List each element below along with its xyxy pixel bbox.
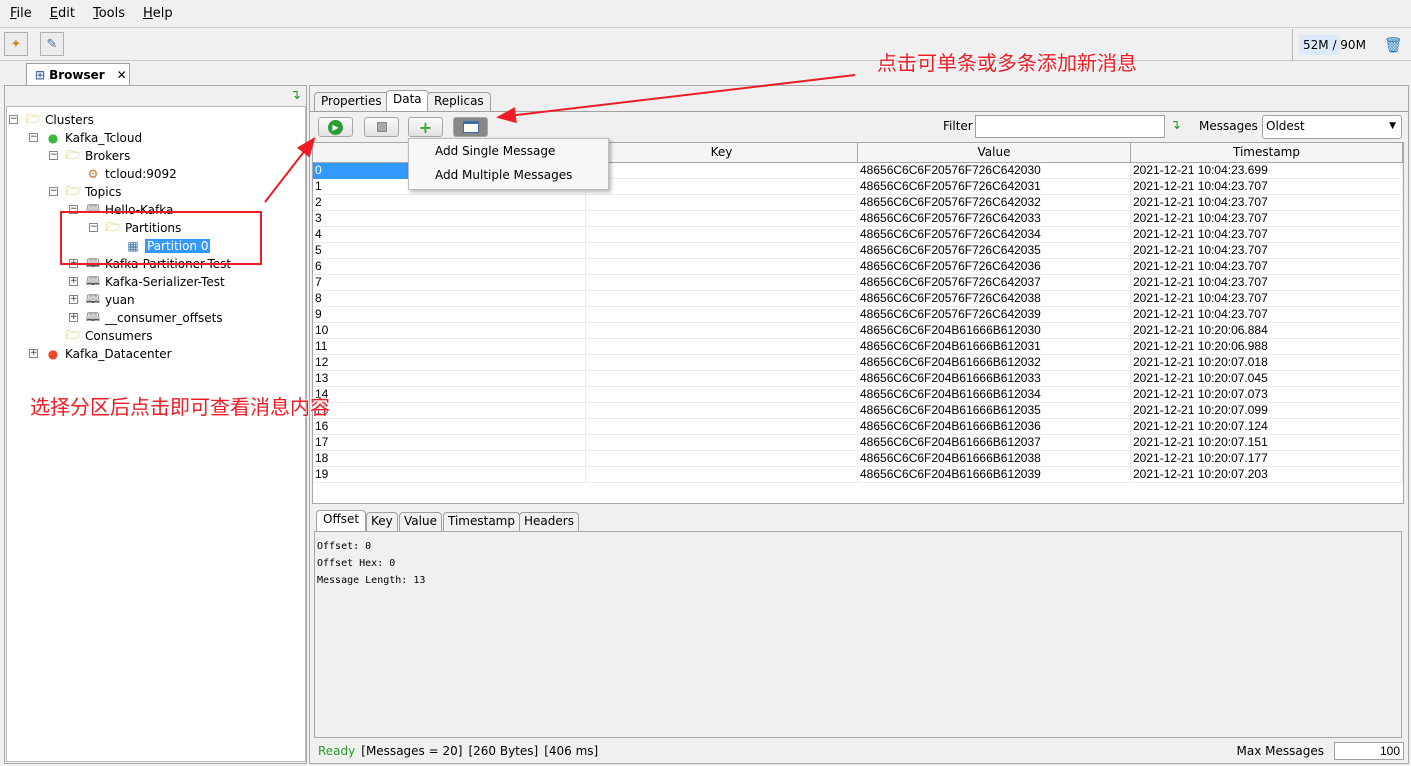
annotation-arrow xyxy=(496,74,856,124)
annotation-arrow xyxy=(264,136,316,203)
annotation-box xyxy=(60,211,262,265)
annotation-top: 点击可单条或多条添加新消息 xyxy=(877,51,1137,75)
annotation-overlay xyxy=(60,74,856,265)
annotation-left: 选择分区后点击即可查看消息内容 xyxy=(30,395,330,419)
